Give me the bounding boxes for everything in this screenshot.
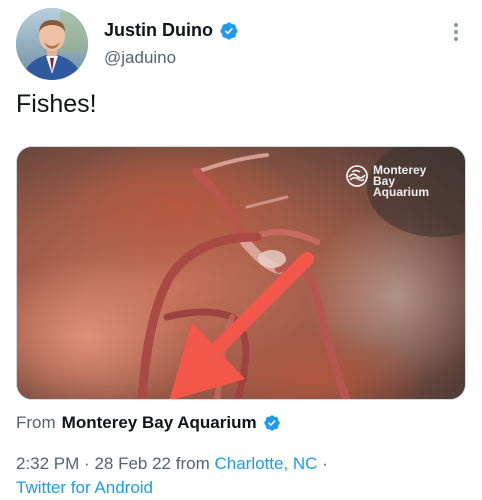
- display-name[interactable]: Justin Duino: [104, 20, 213, 41]
- tweet-video[interactable]: Monterey Bay Aquarium: [16, 146, 466, 400]
- from-label: From: [16, 413, 56, 432]
- client-link[interactable]: Twitter for Android: [16, 478, 153, 497]
- watermark-text: Monterey Bay Aquarium: [373, 164, 443, 199]
- media-attribution: From Monterey Bay Aquarium: [16, 413, 281, 433]
- meta-separator: ·: [84, 454, 90, 473]
- user-handle[interactable]: @jaduino: [104, 48, 176, 68]
- attribution-source-link[interactable]: Monterey Bay Aquarium: [62, 413, 257, 433]
- from-word: from: [175, 454, 210, 473]
- monterey-bay-aquarium-logo: [346, 165, 368, 193]
- more-options-icon[interactable]: [452, 20, 460, 44]
- location-link[interactable]: Charlotte, NC: [214, 454, 317, 473]
- watermark-line2: Aquarium: [373, 185, 430, 199]
- tweet-metadata: 2:32 PM · 28 Feb 22 from Charlotte, NC ·…: [16, 452, 466, 500]
- verified-badge-icon: [263, 414, 281, 432]
- tweet-date[interactable]: 28 Feb 22: [94, 454, 171, 473]
- meta-separator: ·: [322, 454, 328, 473]
- tweet-header: Justin Duino @jaduino: [16, 8, 466, 82]
- avatar[interactable]: [16, 8, 88, 80]
- tweet-time[interactable]: 2:32 PM: [16, 454, 79, 473]
- video-watermark: Monterey Bay Aquarium: [346, 164, 443, 199]
- tweet-text: Fishes!: [16, 90, 97, 118]
- name-row: Justin Duino: [104, 20, 239, 41]
- verified-badge-icon: [219, 21, 239, 41]
